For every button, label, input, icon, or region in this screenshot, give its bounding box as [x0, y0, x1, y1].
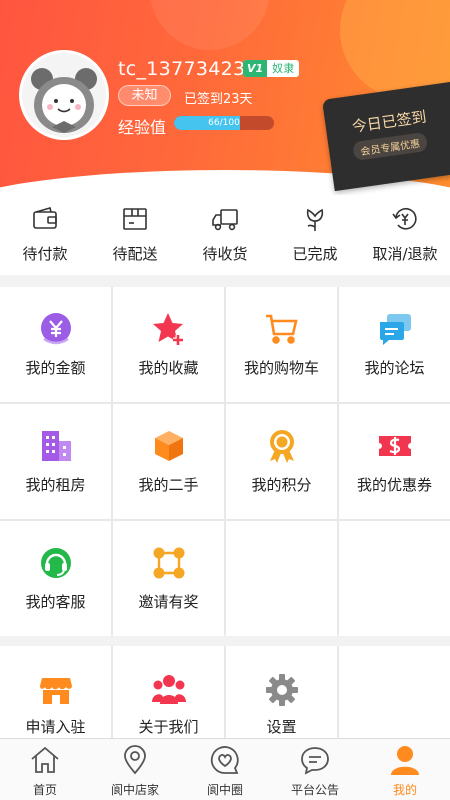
- exp-label: 经验值: [118, 118, 167, 137]
- order-completed[interactable]: 已完成: [270, 195, 360, 275]
- truck-icon: [212, 209, 238, 231]
- tab-local-shops[interactable]: 阆中店家: [90, 739, 180, 800]
- extra-grid: 申请入驻 关于我们 设置: [0, 646, 450, 738]
- avatar-image: [22, 53, 106, 137]
- tab-label: 阆中圈: [206, 783, 243, 797]
- empty-cell: [339, 521, 450, 636]
- service-my-cart[interactable]: 我的购物车: [226, 287, 337, 402]
- tab-announcements[interactable]: 平台公告: [270, 739, 360, 800]
- service-label: 我的客服: [25, 593, 86, 611]
- cart-icon: [265, 314, 298, 344]
- avatar[interactable]: [19, 50, 109, 140]
- message-icon: [301, 747, 329, 775]
- order-label: 已完成: [292, 245, 338, 263]
- order-pending-delivery[interactable]: 待配送: [90, 195, 180, 275]
- exp-progress-text: 66/100: [208, 118, 240, 128]
- service-my-secondhand[interactable]: 我的二手: [113, 404, 224, 519]
- service-my-forum[interactable]: 我的论坛: [339, 287, 450, 402]
- vip-badge: V1 奴隶: [243, 60, 300, 77]
- service-my-rental[interactable]: 我的租房: [0, 404, 111, 519]
- order-pending-receipt[interactable]: 待收货: [180, 195, 270, 275]
- service-my-points[interactable]: 我的积分: [226, 404, 337, 519]
- service-label: 我的收藏: [138, 359, 199, 377]
- service-label: 邀请有奖: [138, 593, 199, 611]
- bottom-tab-bar: 首页 阆中店家 阆中圈 平台公告 我的: [0, 738, 450, 800]
- tab-label: 我的: [392, 783, 417, 797]
- order-label: 待付款: [22, 245, 68, 263]
- star-plus-icon: [152, 313, 183, 345]
- order-label: 待收货: [202, 245, 248, 263]
- extra-apply-join[interactable]: 申请入驻: [0, 646, 111, 738]
- money-icon: [40, 313, 71, 345]
- signed-days: 已签到23天: [184, 92, 253, 107]
- service-label: 我的论坛: [364, 359, 425, 377]
- chat-icon: [379, 314, 411, 345]
- heart-bubble-icon: [210, 746, 239, 774]
- location-icon: [124, 745, 146, 775]
- order-label: 取消/退款: [372, 245, 438, 263]
- store-icon: [39, 678, 72, 704]
- user-icon: [391, 746, 419, 775]
- headset-icon: [40, 548, 71, 578]
- service-label: 我的租房: [25, 476, 86, 494]
- extra-settings[interactable]: 设置: [226, 646, 337, 738]
- tab-mine[interactable]: 我的: [360, 739, 450, 800]
- signin-subtitle: 会员专属优惠: [352, 131, 429, 162]
- medal-icon: [269, 430, 294, 463]
- tab-label: 阆中店家: [110, 783, 159, 797]
- vip-level: V1: [243, 60, 268, 77]
- signin-card[interactable]: 今日已签到 会员专属优惠: [322, 81, 450, 192]
- building-icon: [41, 431, 71, 461]
- order-pending-payment[interactable]: 待付款: [0, 195, 90, 275]
- gear-icon: [265, 674, 298, 706]
- service-invite-reward[interactable]: 邀请有奖: [113, 521, 224, 636]
- username: tc_13773423: [118, 58, 246, 80]
- coupon-icon: [378, 436, 411, 456]
- order-status-row: 待付款 待配送 待收货 已完成 取消/退款: [0, 195, 450, 275]
- tab-label: 首页: [32, 783, 57, 797]
- extra-about-us[interactable]: 关于我们: [113, 646, 224, 738]
- service-label: 我的积分: [251, 476, 312, 494]
- service-my-coupons[interactable]: 我的优惠券: [339, 404, 450, 519]
- profile-header: tc_13773423 V1 奴隶 未知 已签到23天 经验值 66/100 今…: [0, 0, 450, 195]
- service-label: 我的二手: [138, 476, 199, 494]
- network-icon: [153, 547, 184, 579]
- flower-icon: [306, 208, 324, 231]
- service-my-favorites[interactable]: 我的收藏: [113, 287, 224, 402]
- vip-title: 奴隶: [272, 62, 295, 75]
- extra-label: 关于我们: [138, 718, 199, 736]
- wallet-icon: [33, 207, 57, 229]
- home-icon: [31, 746, 59, 773]
- service-customer-service[interactable]: 我的客服: [0, 521, 111, 636]
- extra-label: 申请入驻: [25, 718, 86, 736]
- service-label: 我的金额: [25, 359, 86, 377]
- group-icon: [151, 675, 186, 704]
- service-my-balance[interactable]: 我的金额: [0, 287, 111, 402]
- exp-progress-bar: 66/100: [174, 116, 274, 130]
- empty-cell: [339, 646, 450, 738]
- box-icon: [154, 431, 183, 461]
- tab-circle[interactable]: 阆中圈: [180, 739, 270, 800]
- order-refund[interactable]: 取消/退款: [360, 195, 450, 275]
- package-icon: [123, 208, 147, 230]
- service-grid: 我的金额 我的收藏 我的购物车 我的论坛 我的租房 我的二手 我的积分 我的优惠…: [0, 287, 450, 636]
- profile-page: tc_13773423 V1 奴隶 未知 已签到23天 经验值 66/100 今…: [0, 0, 450, 800]
- service-label: 我的购物车: [243, 359, 319, 377]
- order-label: 待配送: [112, 245, 158, 263]
- empty-cell: [226, 521, 337, 636]
- gender-badge: 未知: [118, 85, 171, 106]
- refund-icon: [392, 208, 417, 230]
- service-label: 我的优惠券: [356, 476, 432, 494]
- tab-home[interactable]: 首页: [0, 739, 90, 800]
- extra-label: 设置: [266, 718, 297, 736]
- tab-label: 平台公告: [290, 783, 339, 797]
